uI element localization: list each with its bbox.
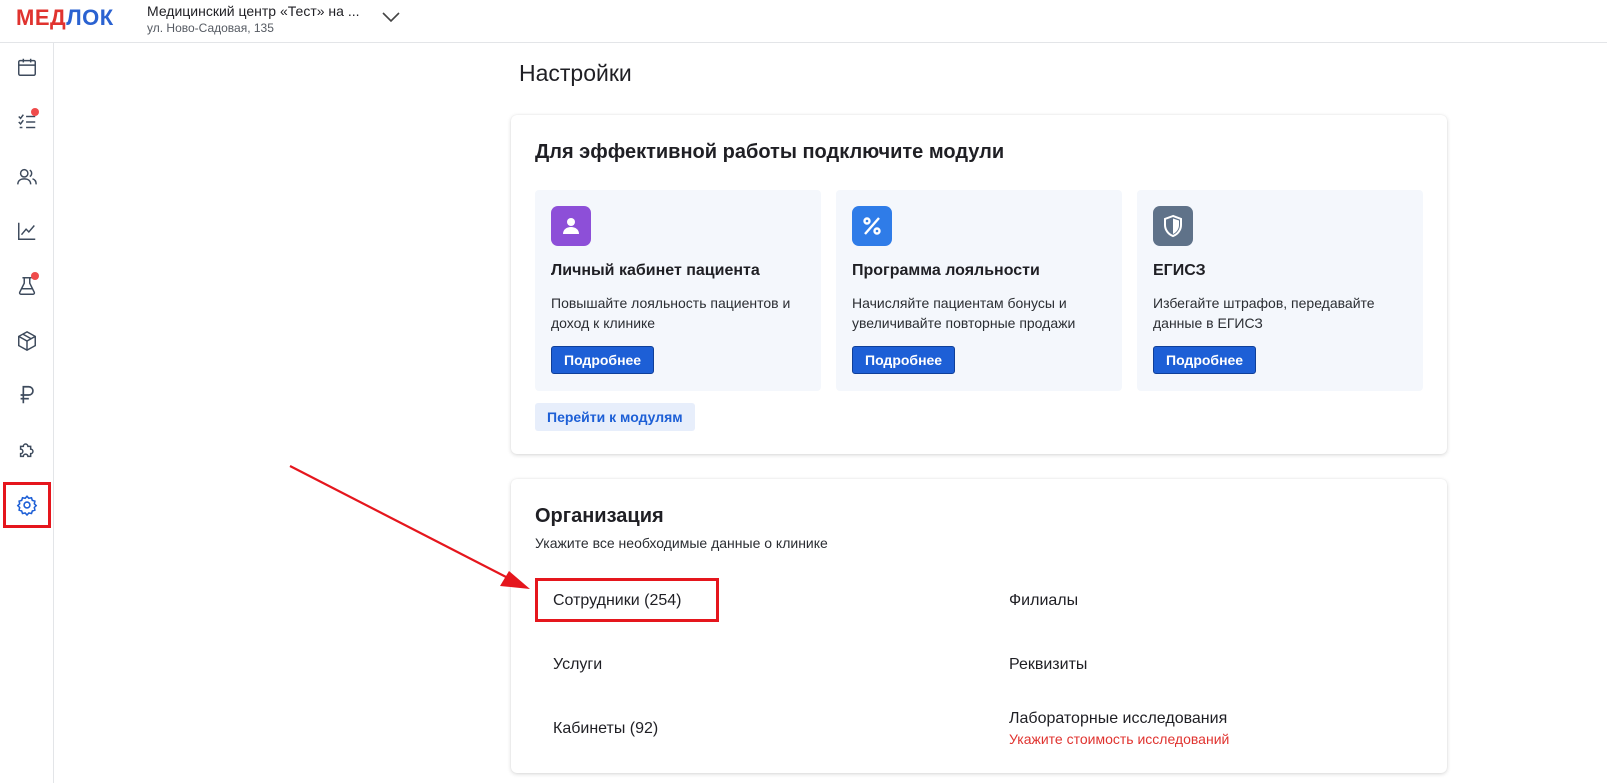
page-title: Настройки [519,60,632,86]
module-loyalty: Программа лояльности Начисляйте пациента… [836,190,1122,391]
link-employees[interactable]: Сотрудники (254) [553,592,681,610]
organization-card: Организация Укажите все необходимые данн… [511,479,1447,773]
module-patient-cabinet: Личный кабинет пациента Повышайте лояльн… [535,190,821,391]
link-branches[interactable]: Филиалы [1009,592,1078,610]
nav-finance[interactable] [7,375,47,415]
module-egisz: ЕГИСЗ Избегайте штрафов, передавайте дан… [1137,190,1423,391]
shield-icon [1164,214,1182,238]
module-title: Личный кабинет пациента [551,262,760,279]
nav-calendar[interactable] [7,47,47,87]
org-name: Медицинский центр «Тест» на ... [147,3,360,19]
chevron-down-icon[interactable] [381,9,401,25]
box-icon [18,330,36,352]
ruble-icon [20,385,34,404]
nav-analytics[interactable] [7,211,47,251]
logo-part-1: МЕД [16,5,67,30]
app-logo[interactable]: МЕДЛОК [16,5,114,31]
nav-lab[interactable] [7,266,47,306]
link-services[interactable]: Услуги [553,656,602,674]
chart-icon [18,222,36,240]
notification-badge [31,272,39,280]
nav-patients[interactable] [7,157,47,197]
go-to-modules-button[interactable]: Перейти к модулям [535,403,695,431]
notification-badge [31,108,39,116]
calendar-icon [18,58,36,76]
link-requisites[interactable]: Реквизиты [1009,656,1087,674]
nav-integrations[interactable] [7,430,47,470]
more-button[interactable]: Подробнее [1153,346,1257,374]
nav-settings[interactable] [3,482,51,528]
module-description: Повышайте лояльность пациентов и доход к… [551,295,791,331]
module-icon-bg [1153,206,1193,246]
nav-warehouse[interactable] [7,321,47,361]
module-description: Начисляйте пациентам бонусы и увеличивай… [852,295,1076,331]
logo-part-2: ЛОК [66,5,114,30]
gear-icon [16,495,38,516]
modules-card-title: Для эффективной работы подключите модули [535,141,1005,163]
percent-icon [863,217,881,235]
puzzle-icon [19,443,34,458]
link-lab-research[interactable]: Лабораторные исследования [1009,710,1227,728]
org-address: ул. Ново-Садовая, 135 [147,21,274,35]
lab-warning-text: Укажите стоимость исследований [1009,731,1230,747]
organization-card-subtitle: Укажите все необходимые данные о клинике [535,535,828,551]
users-icon [17,168,37,185]
sidebar [0,43,54,783]
link-cabinets[interactable]: Кабинеты (92) [553,720,658,738]
module-description: Избегайте штрафов, передавайте данные в … [1153,295,1375,331]
module-title: ЕГИСЗ [1153,262,1206,279]
org-selector[interactable]: Медицинский центр «Тест» на ... ул. Ново… [147,3,359,35]
module-icon-bg [852,206,892,246]
more-button[interactable]: Подробнее [852,346,956,374]
module-title: Программа лояльности [852,262,1040,279]
top-bar: МЕДЛОК Медицинский центр «Тест» на ... у… [0,0,1607,43]
more-button[interactable]: Подробнее [551,346,655,374]
modules-card: Для эффективной работы подключите модули… [511,115,1447,454]
module-icon-bg [551,206,591,246]
person-icon [563,218,579,234]
nav-tasks[interactable] [7,102,47,142]
organization-card-title: Организация [535,505,664,527]
